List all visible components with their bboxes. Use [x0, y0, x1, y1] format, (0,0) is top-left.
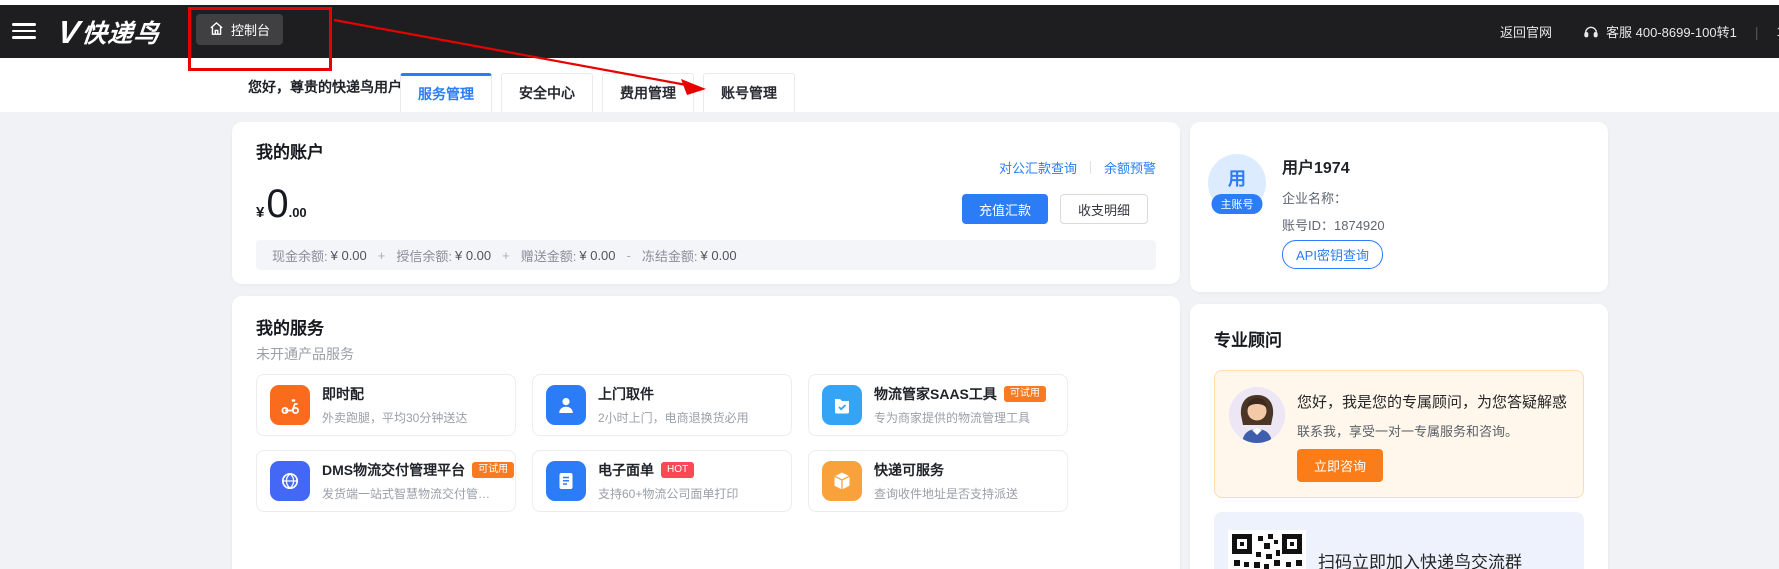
console-label: 控制台	[231, 20, 270, 39]
account-links: 对公汇款查询 余额预警	[999, 158, 1156, 177]
service-description: 外卖跑腿，平均30分钟送达	[322, 409, 467, 426]
services-card-title: 我的服务	[256, 314, 324, 339]
globe-icon	[270, 461, 310, 501]
balance-decimal: .00	[289, 205, 307, 220]
service-tile-快递可服务[interactable]: 快递可服务查询收件地址是否支持派送	[808, 450, 1068, 512]
main-account-badge: 主账号	[1212, 194, 1263, 214]
user-name: 用户1974	[1282, 154, 1350, 178]
hamburger-menu-icon[interactable]	[12, 20, 36, 42]
api-key-query-button[interactable]: API密钥查询	[1282, 240, 1383, 269]
account-buttons: 充值汇款 收支明细	[962, 194, 1148, 224]
account-balance: ¥ 0 .00	[256, 184, 307, 224]
page: V 快递鸟 控制台 返回官网 客服 400-8699-100转1 | 1860 …	[0, 0, 1779, 569]
company-name-label: 企业名称：	[1282, 188, 1347, 207]
service-tile-上门取件[interactable]: 上门取件 2小时上门，电商退换货必用	[532, 374, 792, 436]
service-description: 发货端一站式智慧物流交付管理和...	[322, 485, 502, 502]
service-title: 即时配	[322, 384, 364, 404]
service-title: 电子面单	[598, 460, 654, 480]
advisor-card-title: 专业顾问	[1214, 326, 1282, 351]
tab-费用管理[interactable]: 费用管理	[602, 73, 694, 112]
service-description: 2小时上门，电商退换货必用	[598, 409, 749, 426]
user-avatar: 用 主账号	[1208, 154, 1266, 212]
balance-integer: 0	[266, 184, 288, 224]
my-account-card: 我的账户 对公汇款查询余额预警 ¥ 0 .00 充值汇款 收支明细 现金余额:¥…	[232, 122, 1180, 284]
currency-symbol: ¥	[256, 204, 264, 221]
my-services-card: 我的服务 未开通产品服务 即时配外卖跑腿，平均30分钟送达 上门取件 2小时上门，电…	[232, 296, 1180, 569]
box-check-icon	[822, 385, 862, 425]
service-title: 快递可服务	[874, 460, 944, 480]
kdniao-logo[interactable]: V 快递鸟	[58, 13, 160, 51]
breakdown-operator: -	[627, 248, 631, 263]
qr-section: 扫码立即加入快递鸟交流群	[1214, 512, 1584, 569]
service-title: 上门取件	[598, 384, 654, 404]
service-tile-DMS物流交付管理平台[interactable]: DMS物流交付管理平台可试用发货端一站式智慧物流交付管理和...	[256, 450, 516, 512]
breakdown-operator: +	[378, 248, 386, 263]
account-id-label: 账号ID：	[1282, 218, 1334, 233]
breakdown-label: 授信余额:	[396, 246, 452, 265]
account-card-title: 我的账户	[256, 138, 324, 163]
breakdown-value: ¥ 0.00	[331, 248, 367, 263]
advisor-card: 专业顾问 您好，我是您的专属顾问，为您答疑解惑 联系我，享受一对一专属服务和咨询…	[1190, 304, 1608, 569]
navbar-divider: |	[1755, 24, 1759, 40]
console-button[interactable]: 控制台	[196, 14, 283, 45]
logo-v-mark: V	[55, 14, 83, 51]
service-badge: 可试用	[472, 462, 514, 478]
consult-now-button[interactable]: 立即咨询	[1297, 449, 1383, 482]
service-badge: HOT	[661, 462, 694, 478]
link-divider	[1090, 161, 1091, 174]
document-icon	[546, 461, 586, 501]
service-description: 查询收件地址是否支持派送	[874, 485, 1018, 502]
breakdown-label: 现金余额:	[272, 246, 328, 265]
profile-card: 用 主账号 用户1974 企业名称： 账号ID：1874920 API密钥查询	[1190, 122, 1608, 292]
tab-账号管理[interactable]: 账号管理	[703, 73, 795, 112]
service-badge: 可试用	[1004, 386, 1046, 402]
recharge-button[interactable]: 充值汇款	[962, 194, 1048, 224]
top-navbar: V 快递鸟 控制台 返回官网 客服 400-8699-100转1 | 1860	[0, 5, 1779, 58]
breakdown-value: ¥ 0.00	[455, 248, 491, 263]
tab-bar: 您好，尊贵的快递鸟用户！ 服务管理安全中心费用管理账号管理	[0, 58, 1779, 112]
breakdown-label: 冻结金额:	[642, 246, 698, 265]
qr-join-group-text: 扫码立即加入快递鸟交流群	[1318, 548, 1522, 569]
customer-service-phone[interactable]: 客服 400-8699-100转1	[1606, 22, 1737, 41]
service-tile-物流管家SAAS工具[interactable]: 物流管家SAAS工具可试用专为商家提供的物流管理工具	[808, 374, 1068, 436]
breakdown-operator: +	[502, 248, 510, 263]
breakdown-label: 赠送金额:	[521, 246, 577, 265]
service-title: 物流管家SAAS工具	[874, 384, 997, 404]
advisor-photo	[1229, 387, 1285, 443]
services-subtitle: 未开通产品服务	[256, 344, 354, 364]
advisor-box: 您好，我是您的专属顾问，为您答疑解惑 联系我，享受一对一专属服务和咨询。 立即咨…	[1214, 370, 1584, 498]
service-tiles-grid: 即时配外卖跑腿，平均30分钟送达 上门取件 2小时上门，电商退换货必用 物流管家SAA…	[256, 374, 1068, 512]
balance-breakdown-strip: 现金余额:¥ 0.00+授信余额:¥ 0.00+赠送金额:¥ 0.00-冻结金额…	[256, 240, 1156, 270]
account-link-0[interactable]: 对公汇款查询	[999, 158, 1077, 177]
tabs-container: 服务管理安全中心费用管理账号管理	[400, 73, 795, 112]
advisor-intro-line: 您好，我是您的专属顾问，为您答疑解惑	[1297, 391, 1577, 412]
service-description: 支持60+物流公司面单打印	[598, 485, 738, 502]
user-greeting: 您好，尊贵的快递鸟用户！	[248, 77, 416, 97]
cube-icon	[822, 461, 862, 501]
service-description: 专为商家提供的物流管理工具	[874, 409, 1046, 426]
service-tile-电子面单[interactable]: 电子面单 HOT 支持60+物流公司面单打印	[532, 450, 792, 512]
breakdown-value: ¥ 0.00	[701, 248, 737, 263]
service-tile-即时配[interactable]: 即时配外卖跑腿，平均30分钟送达	[256, 374, 516, 436]
advisor-contact-line: 联系我，享受一对一专属服务和咨询。	[1297, 421, 1518, 440]
account-id-row: 账号ID：1874920	[1282, 215, 1385, 234]
headset-icon	[1583, 24, 1599, 40]
back-to-official-site-link[interactable]: 返回官网	[1500, 22, 1552, 41]
tab-服务管理[interactable]: 服务管理	[400, 73, 492, 112]
statement-button[interactable]: 收支明细	[1060, 194, 1148, 224]
scooter-icon	[270, 385, 310, 425]
person-icon	[546, 385, 586, 425]
home-icon	[209, 21, 224, 39]
qr-code	[1228, 530, 1306, 569]
service-title: DMS物流交付管理平台	[322, 460, 465, 480]
tab-安全中心[interactable]: 安全中心	[501, 73, 593, 112]
account-link-1[interactable]: 余额预警	[1104, 158, 1156, 177]
breakdown-value: ¥ 0.00	[579, 248, 615, 263]
logo-wordmark: 快递鸟	[80, 14, 162, 50]
account-id-value: 1874920	[1334, 218, 1385, 233]
